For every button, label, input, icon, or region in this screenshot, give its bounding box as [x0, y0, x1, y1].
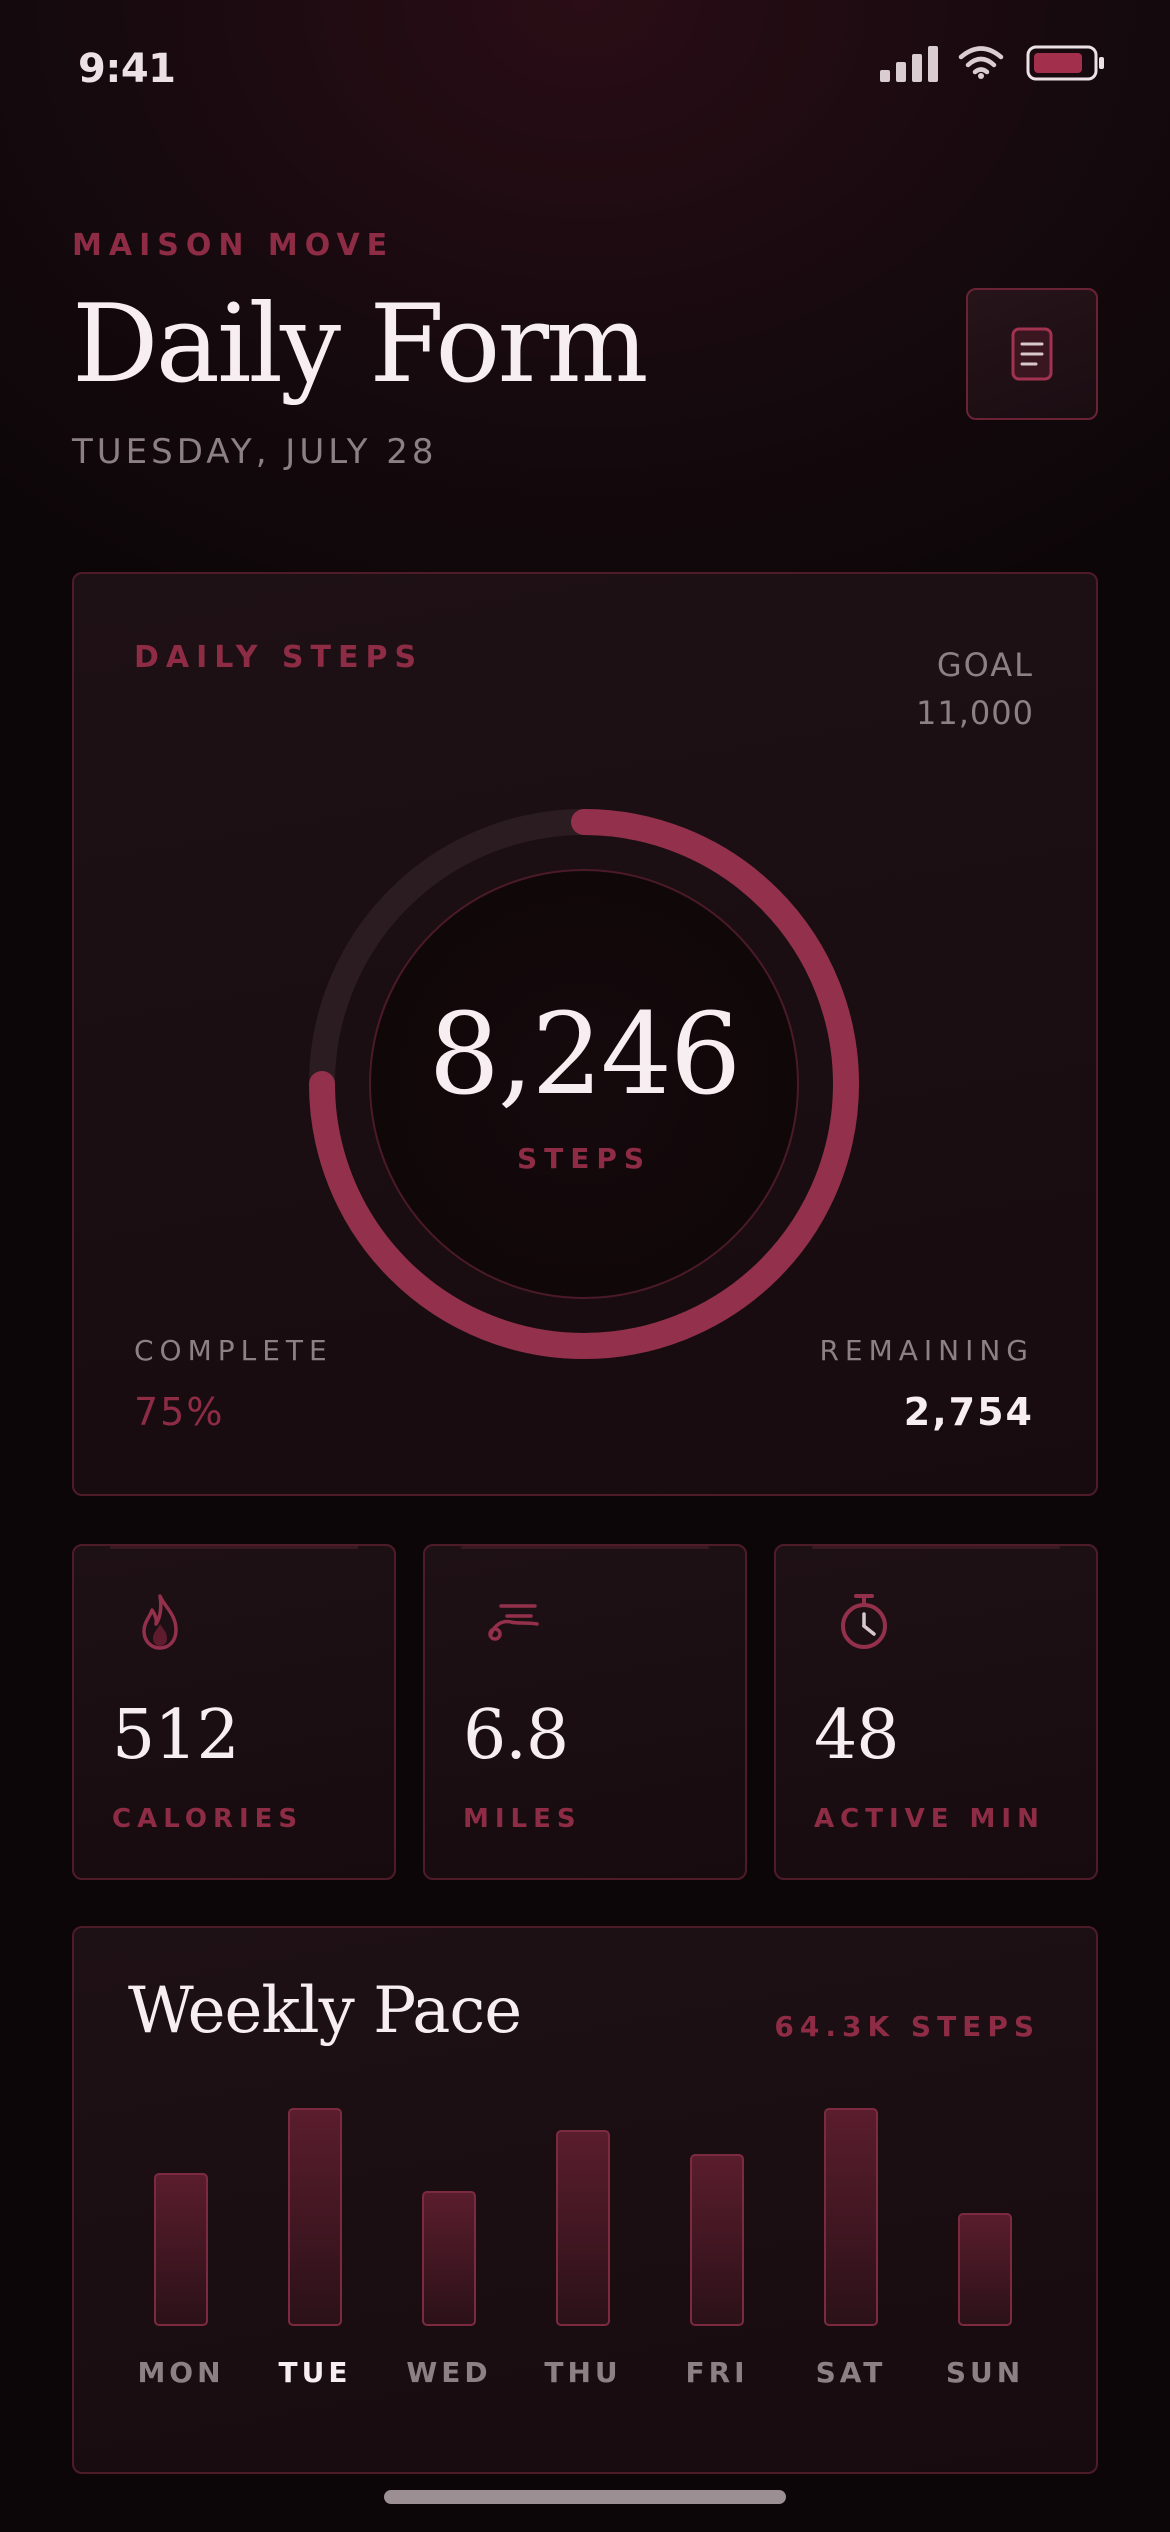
- weekly-total-steps: 64.3K STEPS: [774, 2010, 1040, 2043]
- weekly-day-label-wed: WED: [406, 2356, 492, 2389]
- date-label: TUESDAY, JULY 28: [72, 432, 438, 472]
- battery-icon: [1026, 45, 1104, 81]
- brand-label: MAISON MOVE: [72, 228, 395, 263]
- notes-button[interactable]: [966, 288, 1098, 420]
- weekly-day-label-mon: MON: [137, 2356, 225, 2389]
- goal-value: 11,000: [916, 694, 1034, 732]
- weekly-day-label-sat: SAT: [815, 2356, 887, 2389]
- active-minutes-card[interactable]: 48 ACTIVE MIN: [774, 1544, 1098, 1880]
- weekly-day-label-tue: TUE: [278, 2356, 352, 2389]
- active-minutes-value: 48: [814, 1696, 900, 1775]
- weekly-day-label-fri: FRI: [685, 2356, 749, 2389]
- weekly-bar-chart: MON TUE WED THU FRI SAT SUN: [72, 2090, 1098, 2450]
- wifi-icon: [958, 46, 1004, 79]
- notes-icon: [1011, 327, 1053, 381]
- complete-label: COMPLETE: [134, 1334, 333, 1367]
- weekly-bar-mon[interactable]: [154, 2173, 208, 2326]
- miles-card[interactable]: 6.8 MILES: [423, 1544, 747, 1880]
- weekly-bar-fri[interactable]: [690, 2153, 744, 2326]
- miles-value: 6.8: [463, 1696, 569, 1775]
- remaining-label: REMAINING: [819, 1334, 1034, 1367]
- complete-value: 75%: [134, 1390, 225, 1434]
- weekly-day-label-thu: THU: [544, 2356, 622, 2389]
- weekly-bar-tue[interactable]: [288, 2108, 342, 2326]
- daily-steps-label: DAILY STEPS: [134, 640, 424, 675]
- weekly-pace-title: Weekly Pace: [128, 1974, 522, 2048]
- weekly-bar-thu[interactable]: [556, 2129, 610, 2326]
- weekly-bar-sat[interactable]: [824, 2108, 878, 2326]
- active-minutes-label: ACTIVE MIN: [814, 1804, 1045, 1834]
- flame-icon: [142, 1594, 178, 1650]
- steps-unit-label: STEPS: [516, 1142, 652, 1175]
- weekly-bar-wed[interactable]: [422, 2190, 476, 2326]
- cellular-signal-icon: [880, 44, 938, 82]
- weekly-day-label-sun: SUN: [945, 2356, 1025, 2389]
- weekly-bar-sun[interactable]: [958, 2212, 1012, 2326]
- calories-label: CALORIES: [112, 1804, 304, 1834]
- remaining-value: 2,754: [903, 1390, 1034, 1434]
- steps-count: 8,246: [428, 990, 742, 1120]
- home-indicator[interactable]: [384, 2490, 786, 2504]
- miles-label: MILES: [463, 1804, 582, 1834]
- stopwatch-icon: [841, 1594, 887, 1649]
- sneaker-icon: [488, 1604, 539, 1641]
- calories-card[interactable]: 512 CALORIES: [72, 1544, 396, 1880]
- status-time: 9:41: [78, 46, 176, 92]
- goal-label: GOAL: [936, 646, 1034, 684]
- calories-value: 512: [112, 1696, 240, 1775]
- page-title: Daily Form: [72, 282, 648, 407]
